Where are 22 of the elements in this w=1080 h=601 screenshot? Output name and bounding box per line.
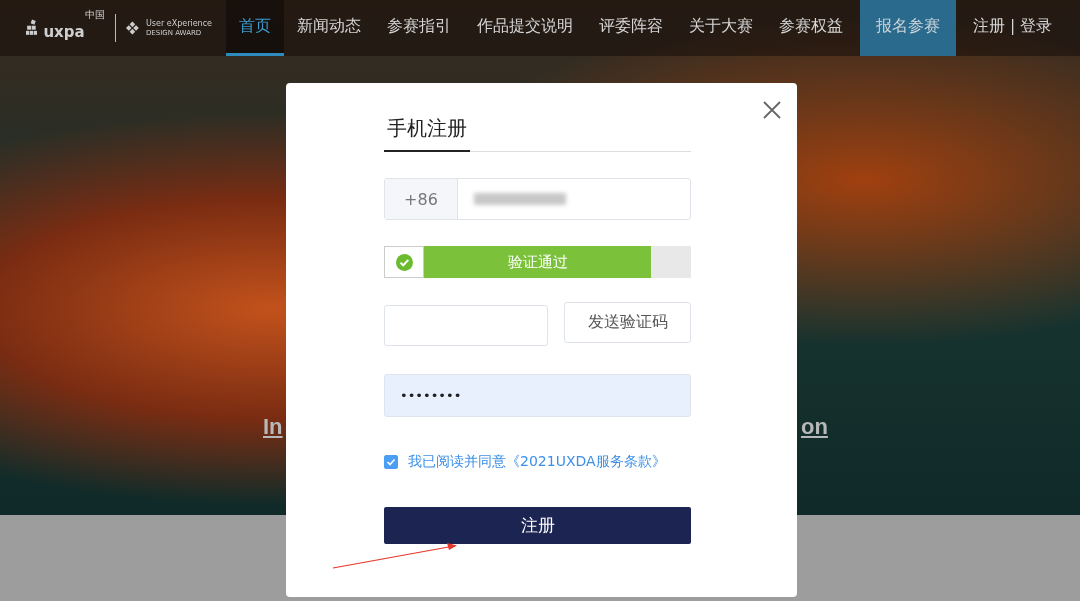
slider-label: 验证通过 <box>506 251 569 273</box>
country-code: +86 <box>385 179 458 219</box>
signup-button[interactable]: 报名参赛 <box>860 0 956 56</box>
agreement-link[interactable]: 我已阅读并同意《2021UXDA服务条款》 <box>408 453 666 471</box>
nav-link[interactable]: 注册 | 登录 <box>960 0 1066 56</box>
logo-region-text: 中国 <box>84 8 105 22</box>
nav-link[interactable]: 关于大赛 <box>676 0 766 56</box>
send-code-button[interactable]: 发送验证码 <box>564 302 691 343</box>
nav-link[interactable]: 参赛指引 <box>374 0 464 56</box>
nav-link[interactable]: 首页 <box>226 0 284 56</box>
hero-headline: In <box>263 414 283 440</box>
register-button[interactable]: 注册 <box>384 507 691 544</box>
nav-link[interactable]: 参赛权益 <box>766 0 856 56</box>
logo-text: uxpa <box>43 23 85 41</box>
award-title: User eXperience <box>146 19 212 28</box>
password-field[interactable]: •••••••• <box>384 374 691 417</box>
nav-link[interactable]: 作品提交说明 <box>464 0 586 56</box>
tab[interactable]: 手机注册 <box>384 111 470 152</box>
hero-headline: on <box>801 414 828 440</box>
nav-link[interactable]: 新闻动态 <box>284 0 374 56</box>
phone-field[interactable]: +86 <box>384 178 691 220</box>
nav-link[interactable]: 评委阵容 <box>586 0 676 56</box>
